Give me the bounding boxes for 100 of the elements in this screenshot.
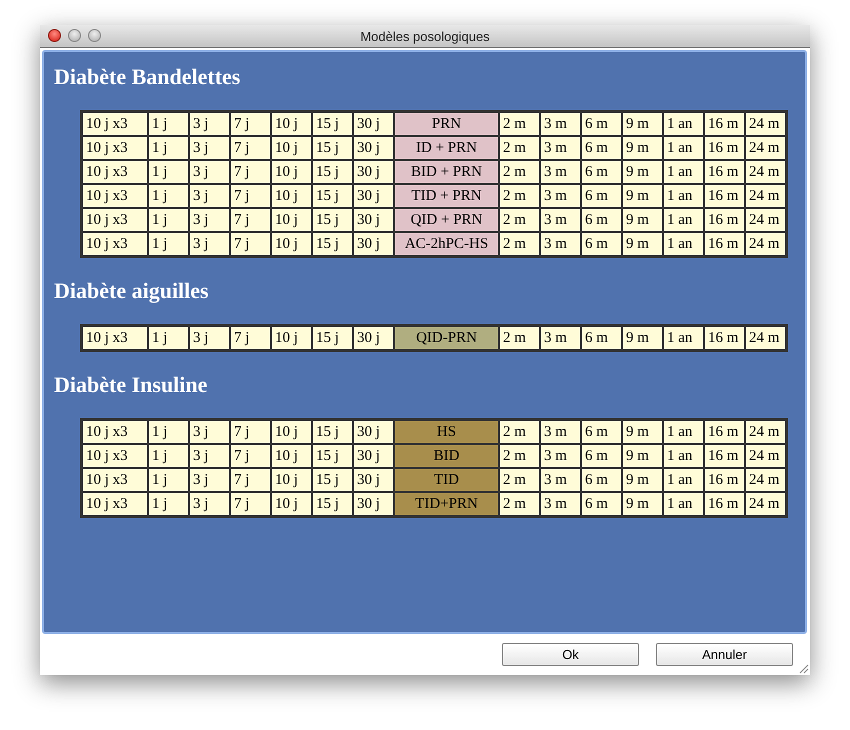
period-cell[interactable]: 6 m <box>581 184 622 208</box>
duration-cell[interactable]: 1 j <box>148 492 189 516</box>
regimen-cell[interactable]: QID + PRN <box>394 208 499 232</box>
duration-cell[interactable]: 30 j <box>353 326 394 350</box>
period-cell[interactable]: 9 m <box>622 160 663 184</box>
regimen-cell[interactable]: HS <box>394 420 499 444</box>
duration-cell[interactable]: 30 j <box>353 492 394 516</box>
period-cell[interactable]: 16 m <box>704 208 745 232</box>
duration-cell[interactable]: 10 j x3 <box>82 492 148 516</box>
duration-cell[interactable]: 30 j <box>353 420 394 444</box>
duration-cell[interactable]: 7 j <box>230 468 271 492</box>
period-cell[interactable]: 3 m <box>540 232 581 256</box>
duration-cell[interactable]: 15 j <box>312 160 353 184</box>
duration-cell[interactable]: 3 j <box>189 136 230 160</box>
regimen-cell[interactable]: TID + PRN <box>394 184 499 208</box>
period-cell[interactable]: 16 m <box>704 112 745 136</box>
duration-cell[interactable]: 1 j <box>148 326 189 350</box>
duration-cell[interactable]: 10 j x3 <box>82 208 148 232</box>
period-cell[interactable]: 24 m <box>745 184 786 208</box>
duration-cell[interactable]: 30 j <box>353 112 394 136</box>
zoom-button[interactable] <box>88 29 101 42</box>
duration-cell[interactable]: 10 j <box>271 420 312 444</box>
duration-cell[interactable]: 7 j <box>230 208 271 232</box>
period-cell[interactable]: 2 m <box>499 208 540 232</box>
period-cell[interactable]: 1 an <box>663 160 704 184</box>
period-cell[interactable]: 6 m <box>581 136 622 160</box>
duration-cell[interactable]: 7 j <box>230 492 271 516</box>
duration-cell[interactable]: 10 j x3 <box>82 184 148 208</box>
duration-cell[interactable]: 10 j x3 <box>82 232 148 256</box>
duration-cell[interactable]: 15 j <box>312 232 353 256</box>
duration-cell[interactable]: 10 j <box>271 160 312 184</box>
duration-cell[interactable]: 1 j <box>148 112 189 136</box>
period-cell[interactable]: 9 m <box>622 326 663 350</box>
duration-cell[interactable]: 10 j x3 <box>82 444 148 468</box>
period-cell[interactable]: 1 an <box>663 232 704 256</box>
duration-cell[interactable]: 15 j <box>312 444 353 468</box>
period-cell[interactable]: 3 m <box>540 136 581 160</box>
duration-cell[interactable]: 10 j x3 <box>82 468 148 492</box>
period-cell[interactable]: 24 m <box>745 326 786 350</box>
period-cell[interactable]: 3 m <box>540 492 581 516</box>
period-cell[interactable]: 2 m <box>499 444 540 468</box>
period-cell[interactable]: 1 an <box>663 184 704 208</box>
duration-cell[interactable]: 3 j <box>189 112 230 136</box>
regimen-cell[interactable]: AC-2hPC-HS <box>394 232 499 256</box>
period-cell[interactable]: 24 m <box>745 444 786 468</box>
period-cell[interactable]: 6 m <box>581 444 622 468</box>
duration-cell[interactable]: 10 j <box>271 136 312 160</box>
duration-cell[interactable]: 1 j <box>148 208 189 232</box>
duration-cell[interactable]: 7 j <box>230 444 271 468</box>
duration-cell[interactable]: 1 j <box>148 160 189 184</box>
period-cell[interactable]: 6 m <box>581 420 622 444</box>
period-cell[interactable]: 1 an <box>663 136 704 160</box>
period-cell[interactable]: 9 m <box>622 136 663 160</box>
period-cell[interactable]: 24 m <box>745 136 786 160</box>
duration-cell[interactable]: 10 j x3 <box>82 160 148 184</box>
duration-cell[interactable]: 15 j <box>312 326 353 350</box>
period-cell[interactable]: 2 m <box>499 184 540 208</box>
duration-cell[interactable]: 7 j <box>230 112 271 136</box>
duration-cell[interactable]: 10 j x3 <box>82 136 148 160</box>
period-cell[interactable]: 2 m <box>499 160 540 184</box>
period-cell[interactable]: 9 m <box>622 420 663 444</box>
period-cell[interactable]: 3 m <box>540 444 581 468</box>
period-cell[interactable]: 1 an <box>663 208 704 232</box>
duration-cell[interactable]: 7 j <box>230 136 271 160</box>
period-cell[interactable]: 2 m <box>499 492 540 516</box>
duration-cell[interactable]: 30 j <box>353 184 394 208</box>
duration-cell[interactable]: 7 j <box>230 326 271 350</box>
duration-cell[interactable]: 10 j x3 <box>82 112 148 136</box>
period-cell[interactable]: 24 m <box>745 468 786 492</box>
duration-cell[interactable]: 1 j <box>148 420 189 444</box>
duration-cell[interactable]: 15 j <box>312 492 353 516</box>
period-cell[interactable]: 2 m <box>499 326 540 350</box>
period-cell[interactable]: 24 m <box>745 160 786 184</box>
duration-cell[interactable]: 10 j <box>271 232 312 256</box>
minimize-button[interactable] <box>68 29 81 42</box>
period-cell[interactable]: 3 m <box>540 112 581 136</box>
period-cell[interactable]: 16 m <box>704 444 745 468</box>
period-cell[interactable]: 1 an <box>663 420 704 444</box>
period-cell[interactable]: 24 m <box>745 208 786 232</box>
regimen-cell[interactable]: TID+PRN <box>394 492 499 516</box>
duration-cell[interactable]: 1 j <box>148 444 189 468</box>
period-cell[interactable]: 6 m <box>581 468 622 492</box>
period-cell[interactable]: 9 m <box>622 468 663 492</box>
period-cell[interactable]: 24 m <box>745 112 786 136</box>
duration-cell[interactable]: 10 j <box>271 208 312 232</box>
period-cell[interactable]: 3 m <box>540 208 581 232</box>
period-cell[interactable]: 3 m <box>540 468 581 492</box>
period-cell[interactable]: 16 m <box>704 420 745 444</box>
duration-cell[interactable]: 30 j <box>353 468 394 492</box>
period-cell[interactable]: 6 m <box>581 208 622 232</box>
period-cell[interactable]: 9 m <box>622 112 663 136</box>
duration-cell[interactable]: 3 j <box>189 492 230 516</box>
duration-cell[interactable]: 3 j <box>189 184 230 208</box>
duration-cell[interactable]: 15 j <box>312 136 353 160</box>
period-cell[interactable]: 3 m <box>540 184 581 208</box>
period-cell[interactable]: 2 m <box>499 232 540 256</box>
period-cell[interactable]: 6 m <box>581 492 622 516</box>
period-cell[interactable]: 2 m <box>499 112 540 136</box>
duration-cell[interactable]: 10 j <box>271 112 312 136</box>
period-cell[interactable]: 1 an <box>663 468 704 492</box>
